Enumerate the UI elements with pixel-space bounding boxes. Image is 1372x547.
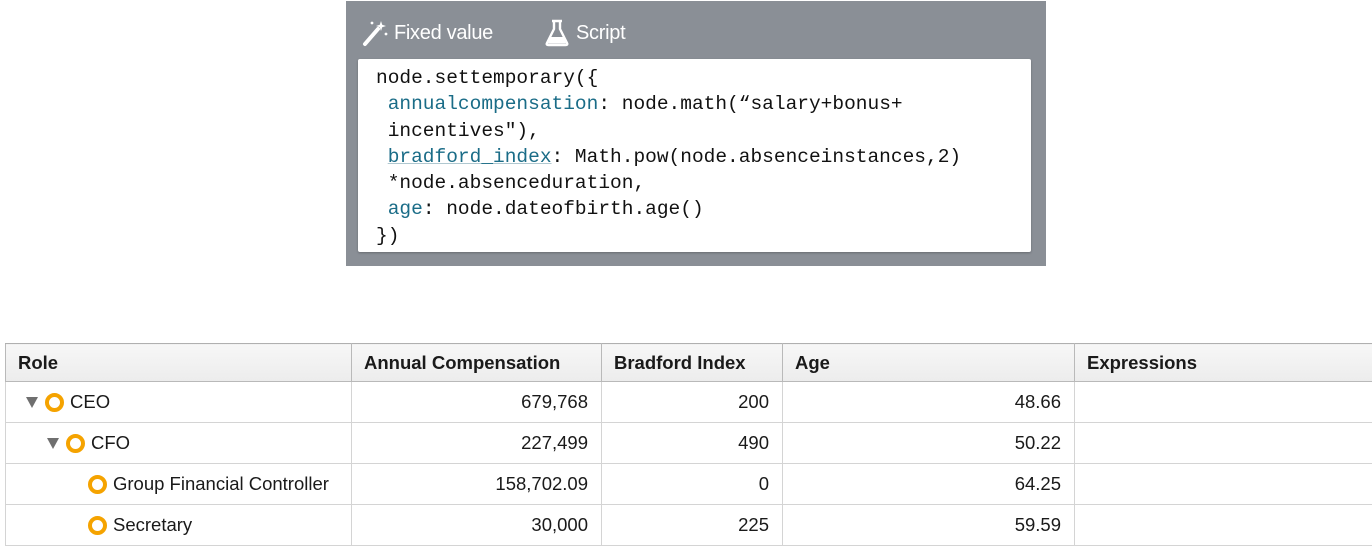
- table-header-row: Role Annual Compensation Bradford Index …: [5, 343, 1372, 382]
- code-line: incentives"),: [376, 119, 540, 142]
- age-cell: 64.25: [782, 463, 1075, 505]
- code-line: age: node.dateofbirth.age(): [376, 196, 1031, 222]
- code-line: bradford_index: Math.pow(node.absenceins…: [376, 144, 1031, 170]
- age-cell: 50.22: [782, 422, 1075, 464]
- code-line: node.settemporary({: [376, 67, 599, 89]
- code-text: : Math.pow(node.absenceinstances,2): [551, 145, 962, 168]
- expressions-cell: [1074, 463, 1372, 505]
- magic-wand-icon: [360, 18, 390, 48]
- script-code-editor[interactable]: node.settemporary({ annualcompensation: …: [358, 59, 1031, 252]
- annual-compensation-cell: 30,000: [351, 504, 602, 546]
- age-cell: 48.66: [782, 381, 1075, 423]
- role-label: CFO: [91, 432, 131, 453]
- editor-tabs: Fixed value Script: [346, 1, 1046, 59]
- expressions-cell: [1074, 381, 1372, 423]
- tab-fixed-value[interactable]: Fixed value: [360, 15, 493, 51]
- role-cell: CFO: [5, 422, 352, 464]
- role-cell: CEO: [5, 381, 352, 423]
- code-line: *node.absenceduration,: [376, 172, 646, 195]
- code-text: : node.math(“salary+bonus+: [598, 93, 903, 116]
- tab-script-label: Script: [576, 21, 626, 44]
- annual-compensation-cell: 227,499: [351, 422, 602, 464]
- node-circle-icon: [88, 515, 107, 535]
- code-keyword: annualcompensation: [387, 93, 599, 116]
- expressions-cell: [1074, 504, 1372, 546]
- column-header-bradford-index[interactable]: Bradford Index: [601, 343, 783, 382]
- code-text: : node.dateofbirth.age(): [422, 198, 704, 221]
- role-label: Group Financial Controller: [113, 473, 329, 494]
- role-cell: Group Financial Controller: [5, 463, 352, 505]
- code-line: }): [376, 224, 400, 247]
- tab-fixed-value-label: Fixed value: [394, 21, 493, 44]
- annual-compensation-cell: 679,768: [351, 381, 602, 423]
- code-line: annualcompensation: node.math(“salary+bo…: [376, 91, 1031, 117]
- expressions-cell: [1074, 422, 1372, 464]
- node-circle-icon: [88, 474, 107, 494]
- bradford-index-cell: 225: [601, 504, 783, 546]
- node-circle-icon: [66, 433, 85, 453]
- column-header-role[interactable]: Role: [5, 343, 352, 382]
- column-header-annual-compensation[interactable]: Annual Compensation: [351, 343, 602, 382]
- code-keyword: age: [387, 198, 423, 221]
- node-circle-icon: [45, 392, 64, 412]
- script-editor-panel: Fixed value Script node.settemporary({ a…: [346, 1, 1046, 266]
- tab-script[interactable]: Script: [542, 15, 626, 51]
- role-cell: Secretary: [5, 504, 352, 546]
- age-cell: 59.59: [782, 504, 1075, 546]
- bradford-index-cell: 0: [601, 463, 783, 505]
- collapse-triangle-icon[interactable]: [47, 437, 59, 449]
- table-row[interactable]: Group Financial Controller 158,702.09 0 …: [5, 463, 1372, 505]
- role-label: Secretary: [113, 514, 193, 535]
- table-row[interactable]: Secretary 30,000 225 59.59: [5, 504, 1372, 546]
- bradford-index-cell: 200: [601, 381, 783, 423]
- bradford-index-cell: 490: [601, 422, 783, 464]
- results-table: Role Annual Compensation Bradford Index …: [5, 343, 1372, 546]
- table-row[interactable]: CFO 227,499 490 50.22: [5, 422, 1372, 464]
- column-header-expressions[interactable]: Expressions: [1074, 343, 1372, 382]
- role-label: CEO: [70, 391, 111, 412]
- code-keyword: bradford_index: [387, 145, 552, 168]
- collapse-triangle-icon[interactable]: [26, 396, 38, 408]
- column-header-age[interactable]: Age: [782, 343, 1075, 382]
- annual-compensation-cell: 158,702.09: [351, 463, 602, 505]
- flask-icon: [542, 18, 572, 48]
- table-row[interactable]: CEO 679,768 200 48.66: [5, 381, 1372, 423]
